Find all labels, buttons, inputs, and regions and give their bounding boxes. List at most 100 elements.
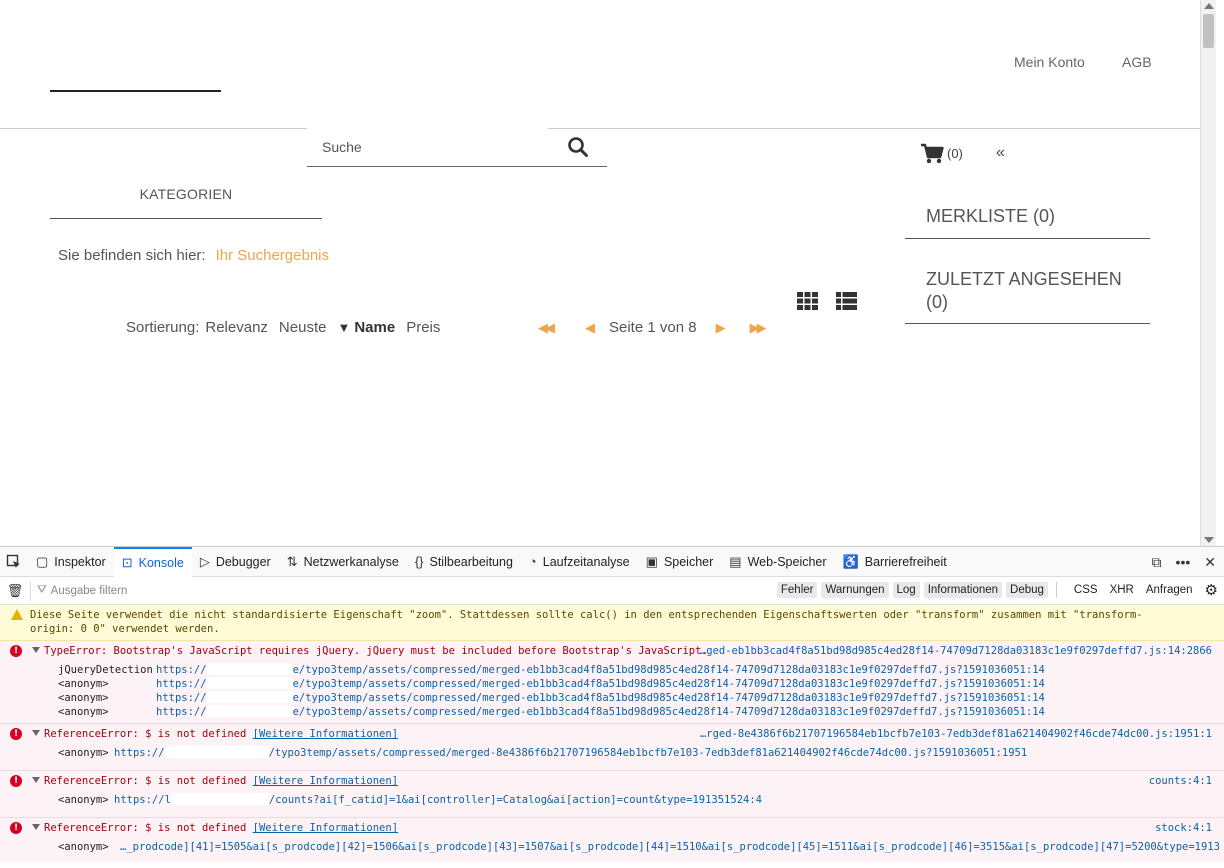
pick-element-icon	[6, 554, 20, 568]
sort-price[interactable]: Preis	[406, 319, 440, 336]
sort-relevance[interactable]: Relevanz	[205, 319, 268, 336]
tab-performance[interactable]: ◔ Laufzeitanalyse	[521, 547, 638, 577]
header-divider	[0, 128, 1200, 129]
stack-frame: jQueryDetection https:// e/typo3temp/asset…	[30, 663, 1224, 677]
filter-divider	[1055, 582, 1066, 598]
console-error-message[interactable]: ! ReferenceError: $ is not defined [Weit…	[0, 818, 1224, 862]
stack-url[interactable]: https://	[156, 664, 207, 676]
page-scrollbar[interactable]	[1200, 0, 1216, 546]
stack-frame: <anonym> https://l/counts?ai[f_catid]=1&a…	[30, 793, 1224, 807]
error-text: ReferenceError: $ is not defined	[44, 775, 247, 787]
expand-triangle-icon[interactable]	[32, 777, 40, 783]
stack-function: <anonym>	[58, 841, 109, 853]
error-source-link[interactable]: …ged-eb1bb3cad4f8a51bd98d985c4ed28f14-74…	[700, 644, 1212, 658]
categories-toggle[interactable]: KATEGORIEN	[50, 186, 322, 219]
element-picker-button[interactable]	[0, 547, 28, 577]
next-page-icon[interactable]: ▶	[716, 320, 726, 336]
tab-debugger-label: Debugger	[215, 554, 271, 569]
collapse-sidebar-button[interactable]: «	[996, 144, 1005, 162]
console-settings-icon[interactable]: ⚙	[1205, 581, 1218, 599]
cart-button[interactable]: (0)	[920, 143, 963, 164]
stack-url[interactable]: https://	[156, 692, 207, 704]
stack-path[interactable]: /typo3temp/assets/compressed/merged-8e43…	[269, 747, 1028, 759]
console-error-message[interactable]: ! ReferenceError: $ is not defined [Weit…	[0, 771, 1224, 818]
scroll-down-icon[interactable]	[1204, 537, 1214, 543]
first-page-icon[interactable]: ◀◀	[538, 320, 555, 336]
stack-path[interactable]: e/typo3temp/assets/compressed/merged-eb1…	[293, 664, 1045, 676]
stack-url[interactable]: https://l	[114, 794, 171, 806]
console-error-message[interactable]: ! ReferenceError: $ is not defined [Weit…	[0, 724, 1224, 771]
stack-path[interactable]: /counts?ai[f_catid]=1&ai[controller]=Cat…	[269, 794, 762, 806]
console-filter-input[interactable]: ⛛ Ausgabe filtern	[30, 580, 127, 601]
wishlist-heading[interactable]: MERKLISTE (0)	[905, 206, 1150, 239]
console-filter-bar: 🗑 ⛛ Ausgabe filtern Fehler Warnungen Log…	[0, 577, 1224, 605]
error-source-link[interactable]: counts:4:1	[1149, 774, 1212, 788]
search-input[interactable]	[307, 130, 557, 164]
stack-path[interactable]: e/typo3temp/assets/compressed/merged-eb1…	[293, 678, 1045, 690]
error-source-link[interactable]: …rged-8e4386f6b21707196584eb1bcfb7e103-7…	[700, 727, 1212, 741]
stack-url[interactable]: https://	[114, 747, 165, 759]
more-info-link[interactable]: [Weitere Informationen]	[253, 822, 398, 834]
last-page-icon[interactable]: ▶▶	[750, 320, 767, 336]
stack-function: <anonym>	[58, 794, 109, 806]
stack-path[interactable]: e/typo3temp/assets/compressed/merged-eb1…	[293, 692, 1045, 704]
sort-name[interactable]: ▼ Name	[337, 319, 395, 336]
nav-my-account[interactable]: Mein Konto	[1014, 54, 1085, 70]
filter-errors[interactable]: Fehler	[776, 582, 818, 598]
stack-frame: <anonym> https:// e/typo3temp/assets/compr…	[30, 677, 1224, 691]
debugger-icon: ▷	[199, 553, 210, 569]
filter-xhr[interactable]: XHR	[1106, 582, 1138, 598]
stack-frame: <anonym> https:// e/typo3temp/assets/compr…	[30, 705, 1224, 719]
scroll-thumb[interactable]	[1203, 14, 1214, 48]
expand-triangle-icon[interactable]	[32, 824, 40, 830]
close-icon[interactable]: ✕	[1204, 554, 1216, 571]
filter-warnings[interactable]: Warnungen	[821, 582, 889, 598]
tab-inspector[interactable]: ▢ Inspektor	[28, 547, 114, 577]
nav-terms[interactable]: AGB	[1122, 54, 1152, 70]
prev-page-icon[interactable]: ◀	[585, 320, 595, 336]
stack-url[interactable]: https://	[156, 706, 207, 718]
tab-network[interactable]: ⇅ Netzwerkanalyse	[279, 547, 407, 577]
logo[interactable]	[50, 84, 221, 92]
error-source-link[interactable]: stock:4:1	[1155, 821, 1212, 835]
stack-path[interactable]: e/typo3temp/assets/compressed/merged-eb1…	[293, 706, 1045, 718]
filter-debug[interactable]: Debug	[1006, 582, 1048, 598]
view-switcher	[797, 292, 857, 310]
tab-console[interactable]: ⊡ Konsole	[113, 546, 192, 577]
more-options-icon[interactable]: •••	[1176, 554, 1191, 570]
memory-icon: ▣	[645, 553, 658, 569]
grid-view-icon[interactable]	[797, 292, 818, 310]
stack-url[interactable]: https://	[156, 678, 207, 690]
more-info-link[interactable]: [Weitere Informationen]	[253, 728, 398, 740]
tab-style-editor[interactable]: {} Stilbearbeitung	[407, 547, 521, 577]
filter-log[interactable]: Log	[892, 582, 920, 598]
tab-debugger[interactable]: ▷ Debugger	[192, 547, 279, 577]
website-viewport: Mein Konto AGB (0) « KATEGORIEN MERKLIST…	[0, 0, 1200, 546]
clear-console-icon[interactable]: 🗑	[0, 583, 30, 599]
more-info-link[interactable]: [Weitere Informationen]	[253, 775, 398, 787]
error-icon: !	[10, 728, 22, 740]
search-icon[interactable]	[567, 136, 589, 158]
expand-triangle-icon[interactable]	[32, 647, 40, 653]
stack-path[interactable]: …_prodcode][41]=1505&ai[s_prodcode][42]=…	[120, 841, 1220, 853]
list-view-icon[interactable]	[836, 292, 857, 310]
filter-requests[interactable]: Anfragen	[1142, 582, 1197, 598]
filter-info[interactable]: Informationen	[923, 582, 1003, 598]
tab-accessibility[interactable]: ♿ Barrierefreiheit	[835, 547, 955, 577]
console-error-message[interactable]: ! TypeError: Bootstrap's JavaScript requ…	[0, 641, 1224, 724]
sort-newest[interactable]: Neuste	[279, 319, 327, 336]
style-editor-icon: {}	[414, 554, 424, 569]
tab-memory[interactable]: ▣ Speicher	[638, 547, 722, 577]
filter-css[interactable]: CSS	[1070, 582, 1102, 598]
network-icon: ⇅	[286, 553, 298, 569]
breadcrumb-current[interactable]: Ihr Suchergebnis	[216, 247, 329, 264]
storage-icon: ▤	[729, 553, 742, 569]
dock-icon[interactable]: ⧉	[1152, 554, 1162, 571]
scroll-up-icon[interactable]	[1204, 3, 1214, 9]
tab-storage[interactable]: ▤ Web-Speicher	[721, 547, 834, 577]
error-icon: !	[10, 822, 22, 834]
expand-triangle-icon[interactable]	[32, 730, 40, 736]
recently-viewed-count: (0)	[926, 292, 948, 312]
recently-viewed-heading[interactable]: ZULETZT ANGESEHEN (0)	[905, 268, 1150, 324]
warning-text-line1: Diese Seite verwendet die nicht standard…	[30, 609, 1143, 621]
